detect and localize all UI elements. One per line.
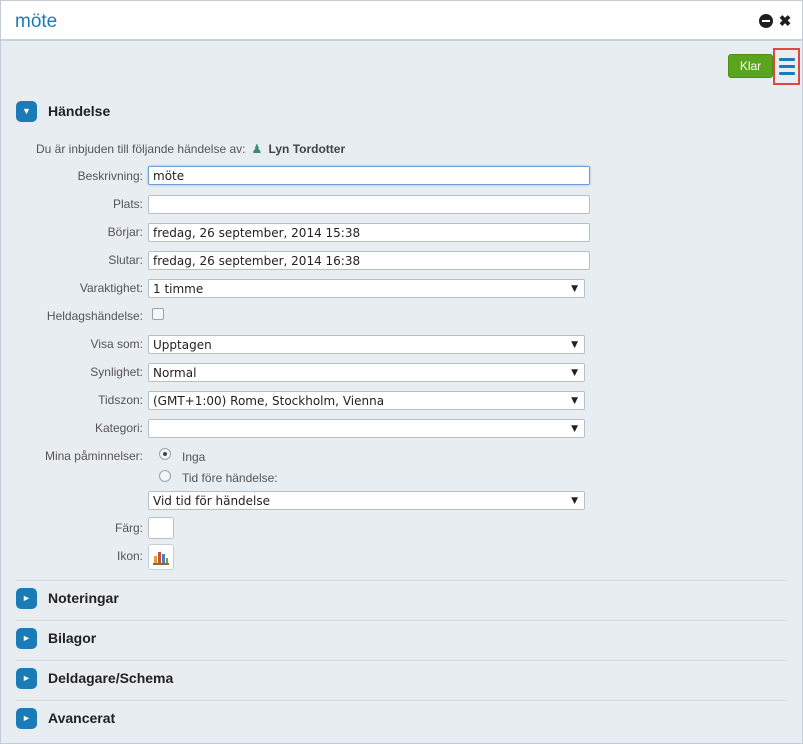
event-dialog: möte ✖ Klar ▼ Händelse Du är inbjuden ti… [0, 0, 803, 744]
divider [16, 620, 786, 621]
showas-select[interactable]: Upptagen [148, 335, 585, 354]
bar-chart-icon [153, 552, 169, 565]
visibility-select[interactable]: Normal [148, 363, 585, 382]
done-button[interactable]: Klar [728, 54, 773, 78]
section-notes-title: Noteringar [48, 590, 119, 606]
title-bar: möte ✖ [1, 1, 802, 41]
section-participants-title: Deldagare/Schema [48, 670, 174, 686]
expand-arrow-icon[interactable]: ► [16, 627, 37, 649]
reminder-time-value: Vid tid för händelse [153, 494, 271, 508]
category-label: Kategori: [94, 421, 143, 435]
end-input[interactable]: fredag, 26 september, 2014 16:38 [148, 251, 590, 270]
start-label: Börjar: [107, 225, 143, 239]
showas-label: Visa som: [90, 337, 143, 351]
reminders-label: Mina påminnelser: [44, 449, 143, 463]
allday-checkbox[interactable] [152, 308, 164, 320]
showas-value: Upptagen [153, 338, 212, 352]
reminder-time-select[interactable]: Vid tid för händelse [148, 491, 585, 510]
timezone-select[interactable]: (GMT+1:00) Rome, Stockholm, Vienna [148, 391, 585, 410]
organizer-name: Lyn Tordotter [268, 142, 346, 156]
reminder-none-radio[interactable] [159, 448, 171, 460]
divider [16, 580, 786, 581]
window-controls: ✖ [759, 14, 792, 29]
invite-text: Du är inbjuden till följande händelse av… [36, 142, 246, 156]
event-icon-picker[interactable] [148, 544, 174, 570]
location-label: Plats: [112, 197, 143, 211]
reminder-none-label: Inga [182, 450, 206, 464]
location-input[interactable] [148, 195, 590, 214]
collapse-arrow-icon[interactable]: ▼ [16, 100, 37, 122]
expand-arrow-icon[interactable]: ► [16, 667, 37, 689]
category-select[interactable] [148, 419, 585, 438]
hamburger-menu-icon[interactable] [773, 48, 800, 85]
section-advanced-title: Avancerat [48, 710, 116, 726]
person-icon: ♟ [251, 142, 263, 156]
duration-value: 1 timme [153, 282, 204, 296]
start-input[interactable]: fredag, 26 september, 2014 15:38 [148, 223, 590, 242]
description-input[interactable]: möte [148, 166, 590, 185]
timezone-value: (GMT+1:00) Rome, Stockholm, Vienna [153, 394, 385, 408]
divider [16, 700, 786, 701]
duration-select[interactable]: 1 timme [148, 279, 585, 298]
expand-arrow-icon[interactable]: ► [16, 707, 37, 729]
invite-line: Du är inbjuden till följande händelse av… [36, 142, 345, 156]
window-title: möte [15, 11, 58, 32]
section-event-title: Händelse [48, 103, 111, 119]
visibility-value: Normal [153, 366, 197, 380]
duration-label: Varaktighet: [79, 281, 143, 295]
expand-arrow-icon[interactable]: ► [16, 587, 37, 609]
section-notes-header[interactable]: ► Noteringar [16, 587, 119, 609]
reminder-before-radio[interactable] [159, 470, 171, 482]
icon-label: Ikon: [116, 549, 143, 563]
minimize-icon[interactable] [759, 14, 773, 28]
color-label: Färg: [114, 521, 143, 535]
section-event-header[interactable]: ▼ Händelse [16, 100, 110, 122]
timezone-label: Tidszon: [98, 393, 143, 407]
description-label: Beskrivning: [77, 169, 143, 183]
section-advanced-header[interactable]: ► Avancerat [16, 707, 115, 729]
color-picker[interactable] [148, 517, 174, 539]
reminder-before-label: Tid före händelse: [182, 471, 278, 485]
section-attachments-title: Bilagor [48, 630, 97, 646]
section-attachments-header[interactable]: ► Bilagor [16, 627, 96, 649]
section-participants-header[interactable]: ► Deldagare/Schema [16, 667, 173, 689]
divider [16, 660, 786, 661]
close-icon[interactable]: ✖ [778, 14, 792, 29]
end-label: Slutar: [108, 253, 143, 267]
allday-label: Heldagshändelse: [46, 309, 143, 323]
visibility-label: Synlighet: [90, 365, 143, 379]
